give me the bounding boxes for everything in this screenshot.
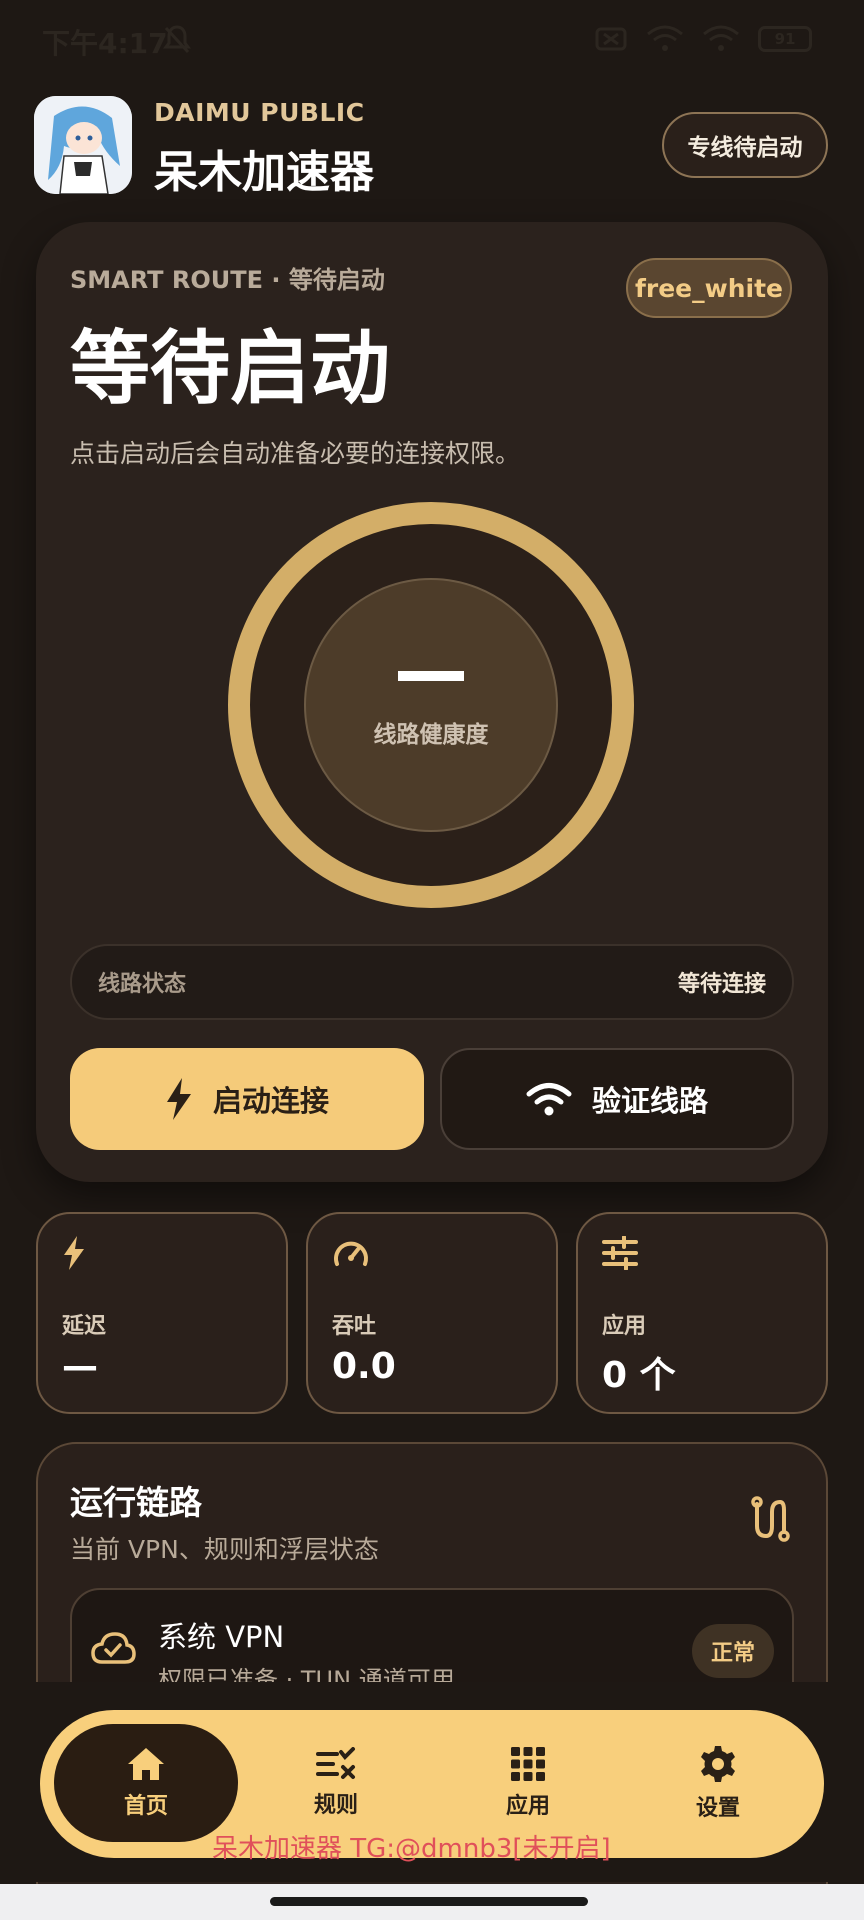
dedicated-line-button[interactable]: 专线待启动 xyxy=(662,112,828,178)
connection-status-title: 等待启动 xyxy=(70,322,390,415)
apps-card: 应用 0 个 xyxy=(576,1212,828,1414)
throughput-card: 吞吐 0.0 xyxy=(306,1212,558,1414)
latency-card: 延迟 — xyxy=(36,1212,288,1414)
start-connection-button[interactable]: 启动连接 xyxy=(70,1048,424,1150)
app-title: 呆木加速器 xyxy=(154,147,374,198)
signal-wifi-icon xyxy=(647,25,683,51)
health-gauge-label: 线路健康度 xyxy=(373,722,489,748)
apps-label: 应用 xyxy=(602,1314,647,1339)
nav-apps-label: 应用 xyxy=(505,1794,550,1819)
status-indicators: 91 xyxy=(594,24,812,54)
route-status-value: 等待连接 xyxy=(677,972,766,997)
verify-route-label: 验证线路 xyxy=(591,1084,708,1118)
route-status-label: 线路状态 xyxy=(98,972,187,997)
vpn-status-badge: 正常 xyxy=(692,1624,774,1678)
connection-hint: 点击启动后会自动准备必要的连接权限。 xyxy=(70,439,521,468)
rules-icon xyxy=(316,1747,355,1779)
route-status-row: 线路状态 等待连接 xyxy=(70,944,794,1020)
battery-icon: 91 xyxy=(758,26,812,52)
user-badge[interactable]: free_white xyxy=(626,258,792,318)
route-icon[interactable] xyxy=(748,1496,790,1546)
status-time: 下午4:17 xyxy=(42,27,168,60)
nav-home[interactable]: 首页 xyxy=(54,1724,238,1842)
battery-level: 91 xyxy=(774,30,796,48)
sliders-icon xyxy=(602,1235,638,1274)
wifi-icon xyxy=(703,25,739,51)
gear-icon xyxy=(701,1746,735,1782)
app-avatar xyxy=(34,96,132,194)
apps-grid-icon xyxy=(511,1747,545,1781)
wifi-icon xyxy=(526,1083,572,1116)
nav-rules-label: 规则 xyxy=(313,1793,358,1818)
nav-settings-label: 设置 xyxy=(695,1796,740,1821)
health-gauge[interactable]: 线路健康度 xyxy=(304,578,558,832)
vpn-title: 系统 VPN xyxy=(158,1620,285,1654)
bell-off-icon xyxy=(162,24,192,60)
sim-off-icon xyxy=(595,27,627,51)
bolt-icon xyxy=(62,1236,86,1274)
bolt-icon xyxy=(166,1078,191,1120)
throughput-value: 0.0 xyxy=(332,1346,396,1387)
verify-route-button[interactable]: 验证线路 xyxy=(440,1048,794,1150)
throughput-label: 吞吐 xyxy=(332,1314,377,1339)
home-icon xyxy=(128,1748,164,1780)
apps-value: 0 个 xyxy=(602,1355,676,1396)
brand-subtitle: DAIMU PUBLIC xyxy=(154,98,365,127)
chain-subtitle: 当前 VPN、规则和浮层状态 xyxy=(70,1535,379,1564)
latency-value: — xyxy=(62,1346,98,1387)
nav-settings[interactable]: 设置 xyxy=(626,1724,810,1842)
nav-apps[interactable]: 应用 xyxy=(436,1724,620,1842)
start-connection-label: 启动连接 xyxy=(212,1084,329,1118)
watermark-text: 呆木加速器 TG:@dmnb3[未开启] xyxy=(212,1834,611,1864)
home-indicator[interactable] xyxy=(270,1897,588,1906)
health-value-dash xyxy=(398,671,464,681)
nav-rules[interactable]: 规则 xyxy=(244,1724,428,1842)
speedometer-icon xyxy=(332,1236,370,1274)
route-mode-label: SMART ROUTE · 等待启动 xyxy=(70,266,385,294)
cloud-check-icon xyxy=(90,1630,136,1670)
nav-home-label: 首页 xyxy=(123,1794,168,1819)
chain-title: 运行链路 xyxy=(70,1483,202,1522)
latency-label: 延迟 xyxy=(62,1314,107,1339)
